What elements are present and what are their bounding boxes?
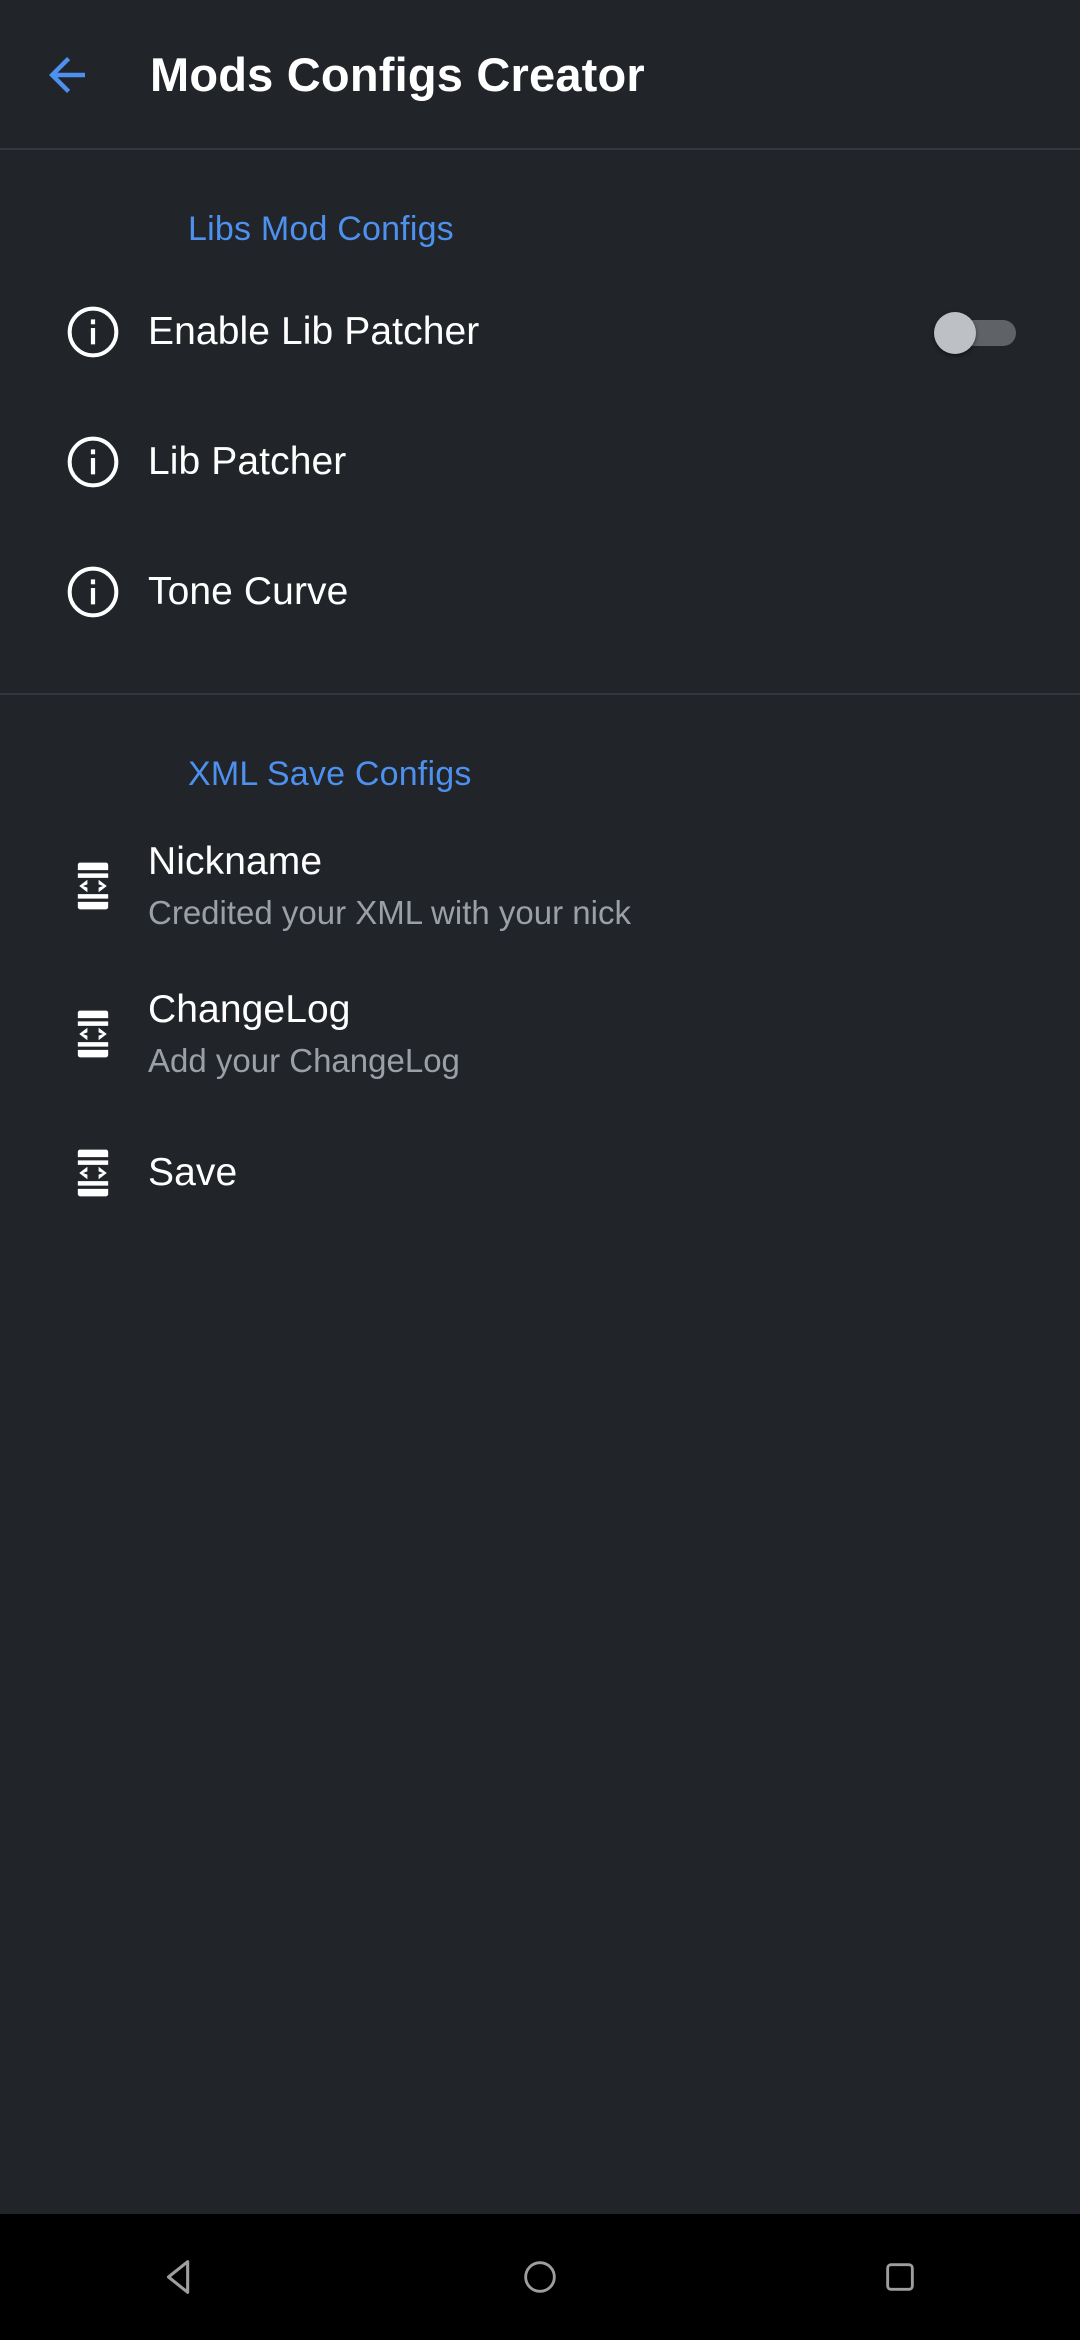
row-title: Lib Patcher <box>148 439 347 483</box>
row-title: ChangeLog <box>148 988 351 1032</box>
section-xml-save-configs: XML Save Configs Nickname Credited your … <box>0 695 1080 1238</box>
nav-home-button[interactable] <box>460 2214 620 2340</box>
xml-code-device-icon-wrapper <box>38 858 148 914</box>
toggle-thumb <box>934 312 976 354</box>
row-subtitle: Add your ChangeLog <box>148 1041 460 1079</box>
row-body: Nickname Credited your XML with your nic… <box>148 840 910 932</box>
row-title: Save <box>148 1150 238 1194</box>
row-nickname[interactable]: Nickname Credited your XML with your nic… <box>0 812 1080 960</box>
row-body: Enable Lib Patcher <box>148 310 910 355</box>
nav-home-circle-icon <box>524 2261 556 2293</box>
section-header-libs-mod-configs: Libs Mod Configs <box>188 210 454 248</box>
section-libs-mod-configs: Libs Mod Configs Enable Lib Patcher Lib … <box>0 150 1080 695</box>
row-accessory <box>910 312 1040 354</box>
row-body: Lib Patcher <box>148 440 910 485</box>
xml-code-device-icon <box>77 1010 109 1058</box>
section-header-xml-save-configs: XML Save Configs <box>188 755 472 793</box>
info-icon <box>67 566 119 618</box>
row-save[interactable]: Save <box>0 1108 1080 1238</box>
xml-code-device-icon-wrapper <box>38 1145 148 1201</box>
nav-back-button[interactable] <box>100 2214 260 2340</box>
system-navigation-bar <box>0 2214 1080 2340</box>
row-subtitle: Credited your XML with your nick <box>148 893 631 931</box>
info-icon-wrapper <box>38 304 148 360</box>
nav-recents-square-icon <box>886 2263 914 2291</box>
row-changelog[interactable]: ChangeLog Add your ChangeLog <box>0 960 1080 1108</box>
info-icon <box>67 436 119 488</box>
row-lib-patcher[interactable]: Lib Patcher <box>0 397 1080 527</box>
xml-code-device-icon-wrapper <box>38 1006 148 1062</box>
row-enable-lib-patcher[interactable]: Enable Lib Patcher <box>0 267 1080 397</box>
row-body: Save <box>148 1151 910 1196</box>
row-title: Nickname <box>148 840 323 884</box>
row-tone-curve[interactable]: Tone Curve <box>0 527 1080 657</box>
xml-code-device-icon <box>77 1149 109 1197</box>
back-button[interactable] <box>40 48 94 102</box>
page-title: Mods Configs Creator <box>150 48 645 101</box>
settings-screen: Mods Configs Creator Libs Mod Configs En… <box>0 0 1080 2340</box>
row-title: Tone Curve <box>148 569 349 613</box>
arrow-left-icon <box>49 56 85 93</box>
info-icon-wrapper <box>38 564 148 620</box>
info-icon <box>67 306 119 358</box>
xml-code-device-icon <box>77 862 109 910</box>
info-icon-wrapper <box>38 434 148 490</box>
row-body: Tone Curve <box>148 570 910 615</box>
nav-back-triangle-icon <box>166 2260 190 2294</box>
app-bar: Mods Configs Creator <box>0 0 1080 149</box>
nav-recents-button[interactable] <box>820 2214 980 2340</box>
enable-lib-patcher-toggle[interactable] <box>934 312 1016 354</box>
row-body: ChangeLog Add your ChangeLog <box>148 988 910 1080</box>
row-title: Enable Lib Patcher <box>148 309 480 353</box>
